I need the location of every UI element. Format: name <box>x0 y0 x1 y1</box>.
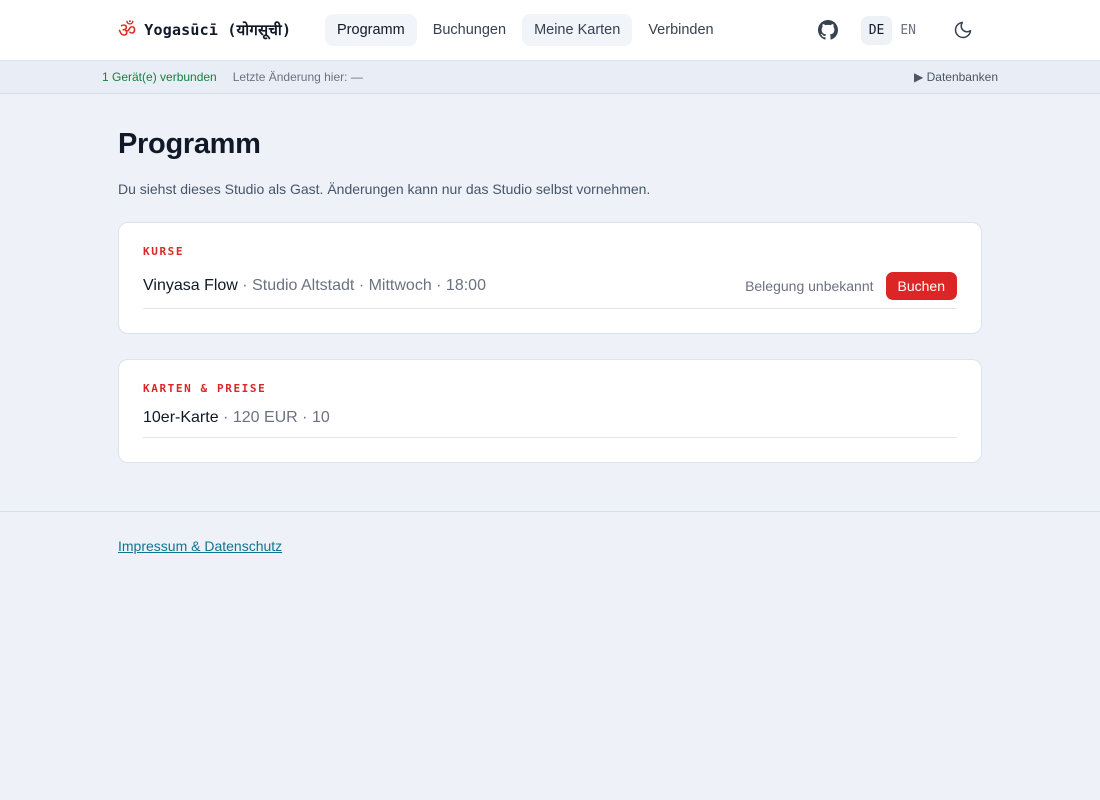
github-icon[interactable] <box>813 15 843 45</box>
status-left: 1 Gerät(e) verbunden Letzte Änderung hie… <box>102 70 363 84</box>
nav-programm[interactable]: Programm <box>325 14 417 46</box>
moon-icon[interactable] <box>948 15 978 45</box>
om-logo-icon: ॐ <box>118 18 137 42</box>
course-row: Vinyasa Flow · Studio Altstadt · Mittwoc… <box>143 272 957 309</box>
price-details: · 120 EUR · 10 <box>218 409 330 426</box>
courses-label: KURSE <box>143 245 185 258</box>
imprint-link[interactable]: Impressum & Datenschutz <box>118 538 282 554</box>
page-title: Programm <box>118 128 261 160</box>
nav-meine-karten[interactable]: Meine Karten <box>522 14 633 46</box>
lang-de-button[interactable]: DE <box>860 15 893 45</box>
book-button[interactable]: Buchen <box>885 272 957 300</box>
course-name: Vinyasa Flow <box>143 277 238 294</box>
courses-card: KURSE Vinyasa Flow · Studio Altstadt · M… <box>118 222 982 334</box>
price-text: 10er-Karte · 120 EUR · 10 <box>143 409 330 427</box>
connected-devices: 1 Gerät(e) verbunden <box>102 70 217 84</box>
prices-label: KARTEN & PREISE <box>143 382 267 395</box>
course-text: Vinyasa Flow · Studio Altstadt · Mittwoc… <box>143 277 486 295</box>
nav-verbinden[interactable]: Verbinden <box>636 14 725 46</box>
databases-toggle[interactable]: ▶ Datenbanken <box>914 70 998 84</box>
header-tools: DE EN <box>813 15 978 45</box>
price-name: 10er-Karte <box>143 409 219 426</box>
main-content: Programm Du siehst dieses Studio als Gas… <box>118 128 982 463</box>
course-details: · Studio Altstadt · Mittwoch · 18:00 <box>237 277 486 294</box>
page-intro: Du siehst dieses Studio als Gast. Änderu… <box>118 181 651 197</box>
main-nav: Programm Buchungen Meine Karten Verbinde… <box>325 14 726 46</box>
occupancy-status: Belegung unbekannt <box>745 278 874 294</box>
status-bar: 1 Gerät(e) verbunden Letzte Änderung hie… <box>0 61 1100 94</box>
top-bar: ॐ Yogasūcī (योगसूची) Programm Buchungen … <box>0 0 1100 61</box>
course-actions: Belegung unbekannt Buchen <box>745 272 957 300</box>
last-change: Letzte Änderung hier: — <box>232 70 363 84</box>
prices-card: KARTEN & PREISE 10er-Karte · 120 EUR · 1… <box>118 359 982 463</box>
brand-title: Yogasūcī (योगसूची) <box>144 21 292 39</box>
footer-divider <box>0 511 1100 512</box>
brand[interactable]: ॐ Yogasūcī (योगसूची) <box>118 18 291 42</box>
lang-en-button[interactable]: EN <box>892 16 924 45</box>
price-row: 10er-Karte · 120 EUR · 10 <box>143 409 957 438</box>
language-switch: DE EN <box>860 15 924 45</box>
nav-buchungen[interactable]: Buchungen <box>421 14 518 46</box>
